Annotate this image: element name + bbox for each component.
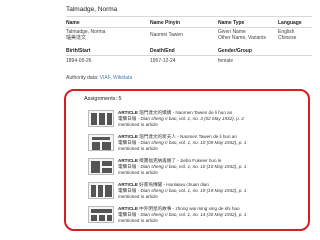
assignments-title: Assignments: 5 (84, 96, 122, 102)
article-thumbnail[interactable] (88, 206, 114, 223)
page-title: Talmadge, Norma (66, 6, 118, 13)
article-title: 瑙門達文的新夫人 - Naomen Tawen de li hun an (137, 134, 237, 139)
article-title: 好萊塢傳聞 - Haolaiwu chuan dian (137, 182, 209, 187)
article-thumbnail[interactable] (88, 182, 114, 199)
article-mention: mentioned in article (118, 146, 158, 151)
cell-name-pinyin: Naomei Tawen (150, 32, 183, 38)
col-header-name-type: Name Type (218, 20, 245, 26)
authority-label: Authority data: (66, 75, 99, 81)
title-divider (66, 16, 312, 17)
article-mention: mentioned in article (118, 122, 158, 127)
authority-data: Authority data: VIAF, Wikidata (66, 75, 133, 81)
article-mention: mentioned in article (118, 194, 158, 199)
article-thumbnail[interactable] (88, 158, 114, 175)
viaf-link[interactable]: VIAF (100, 75, 111, 81)
article-entry[interactable]: ARTICLE 瑙門達文的嬌嬌 - Naomen Tawen de li hun… (118, 110, 303, 128)
col-header-birth: Birth/Start (66, 48, 91, 54)
article-source: - Dian sheng ri bao, vol. 1, no. 10 (10 … (136, 164, 247, 169)
cell-name-chinese: 瑙美達文 (66, 35, 87, 41)
cell-language-2: Chinese (278, 35, 297, 41)
article-type: ARTICLE (118, 182, 138, 187)
article-source: - Dian sheng ri bao, vol. 1, no. 14 (30 … (136, 212, 247, 217)
article-mention: mentioned in article (118, 218, 158, 223)
article-thumbnail[interactable] (88, 134, 114, 151)
col-header-death: Death/End (150, 48, 175, 54)
article-entry[interactable]: ARTICLE 傑寶福克納再婚了 - Jiebo Fukeier hun le … (118, 158, 303, 176)
wikidata-link[interactable]: Wikidata (113, 75, 132, 81)
article-source: - Dian sheng ri bao, vol. 1, no. 3 (02 M… (136, 116, 244, 121)
article-type: ARTICLE (118, 158, 138, 163)
col-header-name-pinyin: Name Pinyin (150, 20, 181, 26)
article-source-chinese: 電聲日報 (118, 164, 137, 169)
article-source-chinese: 電聲日報 (118, 116, 137, 121)
table-divider (66, 55, 312, 56)
col-header-language: Language (278, 20, 302, 26)
article-source-chinese: 電聲日報 (118, 140, 137, 145)
col-header-name: Name (66, 20, 80, 26)
article-entry[interactable]: ARTICLE 瑙門達文的新夫人 - Naomen Tawen de li hu… (118, 134, 303, 152)
article-source-chinese: 電聲日報 (118, 188, 137, 193)
article-title: 中外明星的故事 - zhong wai ming xing de shi hao (137, 206, 240, 211)
table-divider (66, 27, 312, 28)
col-header-gender: Gender/Group (218, 48, 252, 54)
article-type: ARTICLE (118, 206, 138, 211)
article-type: ARTICLE (118, 134, 138, 139)
article-mention: mentioned in article (118, 170, 158, 175)
cell-name-type-2: Other Name, Variants (218, 35, 266, 41)
article-source-chinese: 電聲日報 (118, 212, 137, 217)
cell-gender: female (218, 58, 234, 64)
cell-birth: 1894-05-26 (66, 58, 92, 64)
article-entry[interactable]: ARTICLE 中外明星的故事 - zhong wai ming xing de… (118, 206, 303, 224)
article-entry[interactable]: ARTICLE 好萊塢傳聞 - Haolaiwu chuan dian 電聲日報… (118, 182, 303, 200)
article-source: - Dian sheng ri bao, vol. 1, no. 10 (09 … (136, 140, 247, 145)
article-source: - Dian sheng ri bao, vol. 1, no. 19 (19 … (136, 188, 247, 193)
cell-death: 1957-12-24 (150, 58, 176, 64)
article-title: 傑寶福克納再婚了 - Jiebo Fukeier hun le (137, 158, 222, 163)
article-thumbnail[interactable] (88, 110, 114, 127)
article-type: ARTICLE (118, 110, 138, 115)
article-title: 瑙門達文的嬌嬌 - Naomen Tawen de li hun an (137, 110, 233, 115)
